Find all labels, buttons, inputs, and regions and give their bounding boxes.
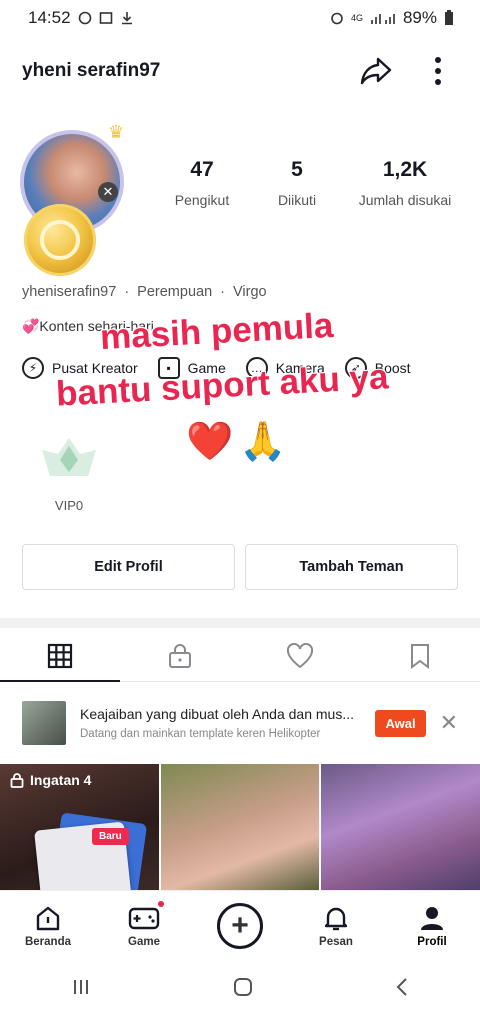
template-promo-banner[interactable]: Keajaiban yang dibuat oleh Anda dan mus.… bbox=[0, 696, 480, 750]
nav-label: Pesan bbox=[319, 935, 353, 948]
vip-crown-icon bbox=[42, 438, 96, 476]
recent-apps-icon[interactable] bbox=[71, 977, 91, 997]
edit-profile-button[interactable]: Edit Profil bbox=[22, 544, 235, 590]
video-thumbnail[interactable]: Ingatan 4 Baru bbox=[0, 764, 159, 890]
crown-icon: ♛ bbox=[108, 122, 125, 142]
overlay-emojis: ❤️ 🙏 bbox=[186, 420, 287, 464]
stat-followers[interactable]: 47 Pengikut bbox=[160, 158, 244, 208]
battery-icon bbox=[445, 10, 453, 25]
system-navigation-bar bbox=[0, 960, 480, 1014]
promo-thumbnail bbox=[22, 701, 66, 745]
promo-subtitle: Datang dan mainkan template keren Heliko… bbox=[80, 728, 321, 740]
heart-icon: ❤️ bbox=[186, 421, 234, 463]
back-icon[interactable] bbox=[395, 977, 409, 997]
alarm-icon bbox=[331, 12, 343, 25]
network-type: 4G bbox=[350, 13, 363, 23]
vip-badge[interactable]: VIP0 bbox=[34, 436, 104, 513]
download-icon bbox=[121, 12, 132, 25]
nav-create[interactable]: + bbox=[192, 891, 288, 960]
nav-inbox[interactable]: Pesan bbox=[288, 891, 384, 960]
lock-icon bbox=[10, 772, 24, 788]
stat-likes[interactable]: 1,2K Jumlah disukai bbox=[350, 158, 460, 208]
add-friend-button[interactable]: Tambah Teman bbox=[245, 544, 458, 590]
profile-gender: Perempuan bbox=[137, 284, 213, 300]
bell-icon bbox=[324, 907, 348, 930]
profile-handle: yheniserafin97 bbox=[22, 284, 117, 300]
stat-following[interactable]: 5 Diikuti bbox=[267, 158, 327, 208]
bottom-navigation: Beranda Game + Pesan Profil bbox=[0, 890, 480, 960]
share-button[interactable] bbox=[356, 51, 396, 91]
share-icon bbox=[360, 57, 392, 85]
avatar-close-icon[interactable]: ✕ bbox=[98, 182, 118, 202]
profile-stats: 47 Pengikut 5 Diikuti 1,2K Jumlah disuka… bbox=[160, 158, 460, 208]
praying-hands-icon: 🙏 bbox=[239, 421, 287, 463]
section-divider bbox=[0, 618, 480, 628]
whatsapp-icon bbox=[78, 11, 91, 25]
tab-liked[interactable] bbox=[240, 630, 360, 681]
followers-count: 47 bbox=[190, 158, 214, 181]
profile-header: yheni serafin97 bbox=[0, 48, 480, 94]
tab-saved[interactable] bbox=[360, 630, 480, 681]
signal-icon bbox=[370, 14, 395, 24]
nav-label: Beranda bbox=[24, 935, 72, 948]
memories-text: Ingatan 4 bbox=[30, 772, 92, 788]
plus-icon: + bbox=[217, 902, 263, 949]
memories-label: Ingatan 4 bbox=[10, 772, 91, 788]
meta-separator: · bbox=[220, 284, 225, 300]
profile-username: yheni serafin97 bbox=[22, 60, 161, 81]
likes-label: Jumlah disukai bbox=[358, 192, 452, 208]
battery-text: 89% bbox=[402, 8, 437, 27]
promo-text: Keajaiban yang dibuat oleh Anda dan mus.… bbox=[80, 706, 365, 740]
tab-private[interactable] bbox=[120, 630, 240, 681]
video-thumbnail[interactable] bbox=[160, 764, 320, 890]
content-tabs bbox=[0, 630, 480, 682]
meta-separator: · bbox=[124, 284, 130, 300]
bookmark-icon bbox=[411, 643, 429, 669]
profile-action-row: Edit Profil Tambah Teman bbox=[22, 544, 458, 590]
nav-label: Profil bbox=[417, 935, 447, 948]
image-icon bbox=[99, 12, 112, 24]
profile-zodiac: Virgo bbox=[232, 284, 267, 300]
status-time: 14:52 bbox=[28, 8, 71, 27]
following-label: Diikuti bbox=[277, 192, 317, 208]
video-thumbnail[interactable] bbox=[321, 764, 480, 890]
promo-title: Keajaiban yang dibuat oleh Anda dan mus.… bbox=[80, 706, 354, 722]
profile-meta: yheniserafin97 · Perempuan · Virgo bbox=[22, 284, 267, 300]
video-grid: Ingatan 4 Baru bbox=[0, 764, 480, 890]
more-options-button[interactable] bbox=[418, 51, 458, 91]
close-icon[interactable]: ✕ bbox=[440, 710, 458, 736]
tab-videos[interactable] bbox=[0, 630, 120, 682]
more-vertical-icon bbox=[435, 57, 441, 85]
followers-label: Pengikut bbox=[174, 192, 230, 208]
vip-label: VIP0 bbox=[54, 498, 84, 513]
grid-icon bbox=[47, 643, 73, 668]
nav-game[interactable]: Game bbox=[96, 891, 192, 960]
heart-outline-icon bbox=[286, 642, 314, 668]
nav-profile[interactable]: Profil bbox=[384, 891, 480, 960]
coin-badge-icon bbox=[24, 204, 96, 276]
likes-count: 1,2K bbox=[382, 158, 428, 181]
gamepad-icon bbox=[128, 907, 160, 929]
nav-label: Game bbox=[128, 935, 160, 948]
promo-start-button[interactable]: Awal bbox=[375, 709, 426, 737]
status-bar: 14:52 4G 89% bbox=[0, 0, 480, 36]
person-icon bbox=[421, 906, 443, 930]
home-button-icon[interactable] bbox=[232, 976, 254, 998]
lock-icon bbox=[169, 643, 191, 668]
lightning-icon: ⚡ bbox=[22, 357, 44, 379]
following-count: 5 bbox=[291, 158, 303, 181]
nav-home[interactable]: Beranda bbox=[0, 891, 96, 960]
home-icon bbox=[36, 906, 60, 930]
overlay-text-line-1: masih pemula bbox=[99, 305, 335, 358]
new-badge: Baru bbox=[92, 828, 129, 845]
avatar-block[interactable]: ♛ ✕ bbox=[18, 122, 128, 278]
notification-dot bbox=[158, 901, 164, 907]
